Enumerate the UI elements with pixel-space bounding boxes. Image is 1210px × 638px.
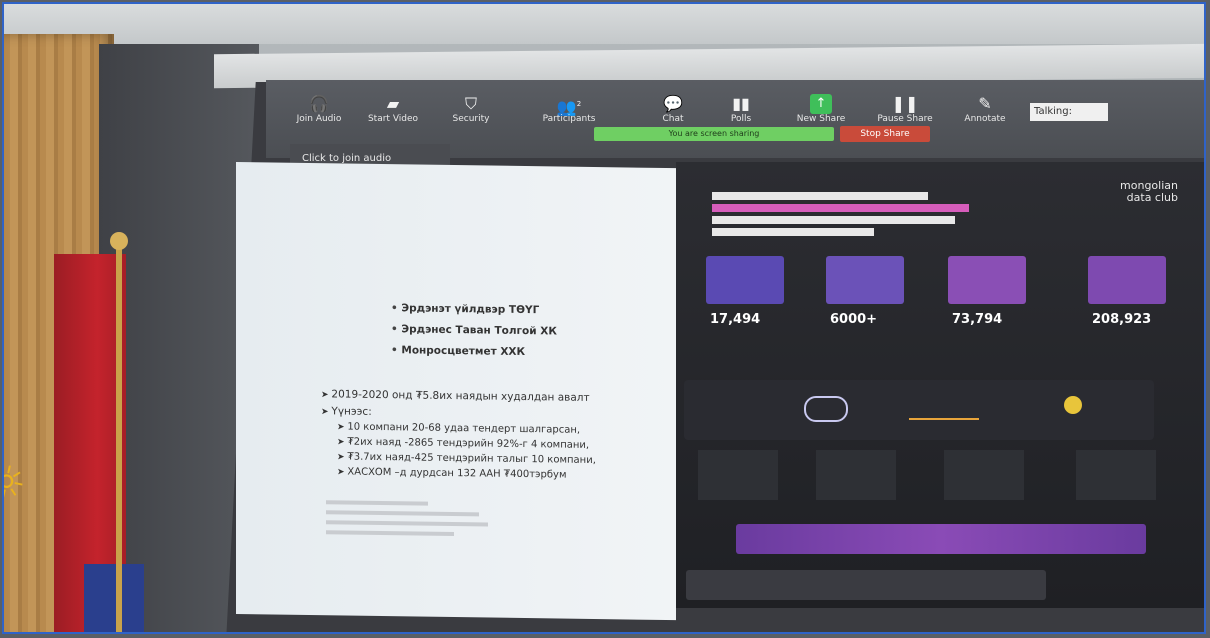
infographic-title-blurred xyxy=(712,188,982,240)
headphones-icon: 🎧 xyxy=(309,94,329,113)
screen-sharing-banner: You are screen sharing xyxy=(594,127,834,141)
company-bullet-list: Эрдэнэт үйлдвэр ТӨҮГ Эрдэнес Таван Толго… xyxy=(391,302,557,367)
procurement-summary-list: 2019-2020 онд ₮5.8их наядын худалдан ава… xyxy=(321,388,596,486)
flag-blue-stripe xyxy=(84,564,144,632)
flag-finial xyxy=(110,232,128,250)
talking-indicator: Talking: xyxy=(1030,103,1108,121)
polls-icon: ▮▮ xyxy=(732,94,750,113)
chat-icon: 💬 xyxy=(663,94,683,113)
info-box xyxy=(698,450,778,500)
slide-left-panel: Эрдэнэт үйлдвэр ТӨҮГ Эрдэнес Таван Толго… xyxy=(236,162,676,621)
photo-frame: 🎧 Join Audio ▰ Start Video ⛉ Security 👥2… xyxy=(2,2,1206,634)
info-box xyxy=(1076,450,1156,500)
stat-card xyxy=(1088,256,1166,304)
list-item: Эрдэнес Таван Толгой ХК xyxy=(391,323,557,337)
list-item: ₮2их наяд -2865 тендэрийн 92%-г 4 компан… xyxy=(337,436,596,451)
brand-logo: mongolian data club xyxy=(1120,180,1178,204)
new-share-button[interactable]: ↑ New Share xyxy=(786,94,856,124)
list-item: ₮3.7их наяд-425 тендэрийн талыг 10 компа… xyxy=(337,451,595,466)
flag-pole xyxy=(116,240,122,632)
sub-list: 10 компани 20-68 удаа тендерт шалгарсан,… xyxy=(337,421,596,481)
video-off-icon: ▰ xyxy=(386,94,400,113)
shield-icon: ⛉ xyxy=(464,94,477,113)
stat-value: 17,494 xyxy=(710,312,761,327)
coin-icon xyxy=(1064,396,1082,414)
stat-value: 6000+ xyxy=(830,312,878,327)
pause-icon: ❚❚ xyxy=(891,94,919,113)
chat-button[interactable]: 💬 Chat xyxy=(638,94,708,124)
stop-share-button[interactable]: Stop Share xyxy=(840,126,930,142)
icon-band xyxy=(684,380,1154,440)
participants-button[interactable]: 👥2 Participants xyxy=(534,94,604,124)
join-audio-button[interactable]: 🎧 Join Audio xyxy=(284,94,354,124)
list-item: 2019-2020 онд ₮5.8их наядын худалдан ава… xyxy=(321,388,596,404)
pause-share-button[interactable]: ❚❚ Pause Share xyxy=(870,94,940,124)
stat-value: 208,923 xyxy=(1092,312,1152,327)
info-box xyxy=(816,450,896,500)
list-item: Монросцветмет ХХК xyxy=(391,344,557,358)
stat-value: 73,794 xyxy=(952,312,1003,327)
participants-count: 2 xyxy=(576,100,582,108)
list-item: ХАСХОМ –д дурдсан 132 ААН ₮400тэрбум xyxy=(337,466,596,481)
new-share-icon: ↑ xyxy=(810,94,832,114)
summary-bar xyxy=(736,524,1146,554)
annotate-icon: ✎ xyxy=(978,94,992,113)
stat-card xyxy=(826,256,904,304)
annotate-button[interactable]: ✎ Annotate xyxy=(950,94,1020,124)
infographic-panel: mongolian data club 17,494 6000+ 73,794 … xyxy=(676,162,1204,608)
polls-button[interactable]: ▮▮ Polls xyxy=(706,94,776,124)
footnote-box xyxy=(686,570,1046,600)
info-box xyxy=(944,450,1024,500)
brand-line-2: data club xyxy=(1126,191,1178,204)
stat-card xyxy=(948,256,1026,304)
start-video-button[interactable]: ▰ Start Video xyxy=(358,94,428,124)
stat-card xyxy=(706,256,784,304)
list-item: Эрдэнэт үйлдвэр ТӨҮГ xyxy=(391,302,557,316)
participants-icon: 👥2 xyxy=(556,97,582,117)
blurred-quote xyxy=(326,498,496,542)
list-item: 10 компани 20-68 удаа тендерт шалгарсан, xyxy=(337,421,596,436)
line-graph-icon xyxy=(909,396,979,420)
list-item: Үүнээс: 10 компани 20-68 удаа тендерт ша… xyxy=(321,405,596,481)
chain-icon xyxy=(804,396,848,422)
security-button[interactable]: ⛉ Security xyxy=(436,94,506,124)
ceiling xyxy=(4,4,1204,44)
